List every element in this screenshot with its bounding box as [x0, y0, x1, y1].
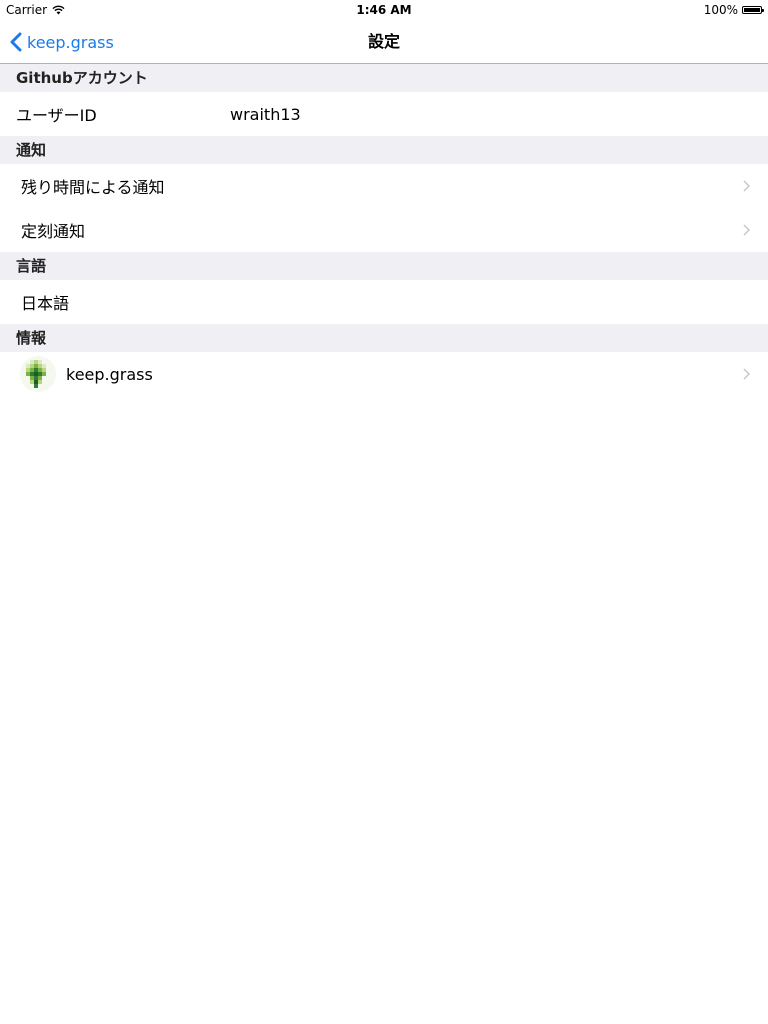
settings-table: Githubアカウント ユーザーID wraith13 通知 残り時間による通知… [0, 64, 768, 396]
user-id-row[interactable]: ユーザーID wraith13 [0, 92, 768, 136]
language-row[interactable]: 日本語 [0, 280, 768, 324]
navigation-bar: keep.grass 設定 [0, 20, 768, 64]
notification-scheduled-label: 定刻通知 [21, 222, 86, 241]
battery-percent: 100% [703, 3, 738, 17]
section-header-info: 情報 [0, 324, 768, 352]
disclosure-chevron-icon [743, 368, 750, 380]
status-time: 1:46 AM [356, 3, 412, 17]
user-id-value[interactable]: wraith13 [230, 105, 301, 124]
disclosure-chevron-icon [743, 180, 750, 192]
section-header-account: Githubアカウント [0, 64, 768, 92]
disclosure-chevron-icon [743, 224, 750, 236]
user-id-label: ユーザーID [16, 106, 97, 125]
status-bar: Carrier 1:46 AM 100% [0, 0, 768, 20]
keep-grass-app-icon [20, 356, 56, 392]
app-info-row[interactable]: keep.grass [0, 352, 768, 396]
battery-fill [744, 8, 760, 12]
notification-remaining-time-row[interactable]: 残り時間による通知 [0, 164, 768, 208]
status-right: 100% [703, 3, 764, 17]
battery-icon [742, 6, 764, 14]
notification-remaining-time-label: 残り時間による通知 [21, 178, 165, 197]
section-header-notification: 通知 [0, 136, 768, 164]
language-value: 日本語 [21, 294, 70, 313]
page-title: 設定 [367, 32, 400, 51]
section-header-language: 言語 [0, 252, 768, 280]
notification-scheduled-row[interactable]: 定刻通知 [0, 208, 768, 252]
